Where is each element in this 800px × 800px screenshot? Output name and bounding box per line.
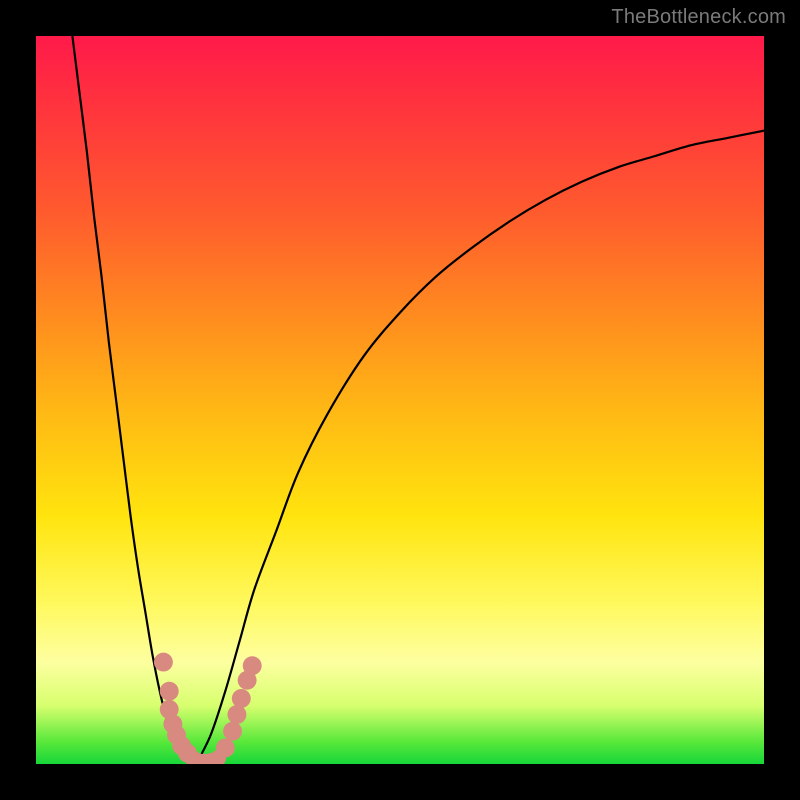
data-marker <box>154 653 173 672</box>
chart-svg <box>36 36 764 764</box>
curve-left <box>72 36 196 764</box>
watermark-text: TheBottleneck.com <box>611 6 786 29</box>
marker-layer <box>154 653 262 764</box>
data-marker <box>227 705 246 724</box>
chart-frame: TheBottleneck.com <box>0 0 800 800</box>
data-marker <box>223 722 242 741</box>
data-marker <box>216 739 235 758</box>
data-marker <box>232 689 251 708</box>
data-marker <box>160 682 179 701</box>
curve-right <box>196 131 764 764</box>
data-marker <box>243 656 262 675</box>
plot-area <box>36 36 764 764</box>
